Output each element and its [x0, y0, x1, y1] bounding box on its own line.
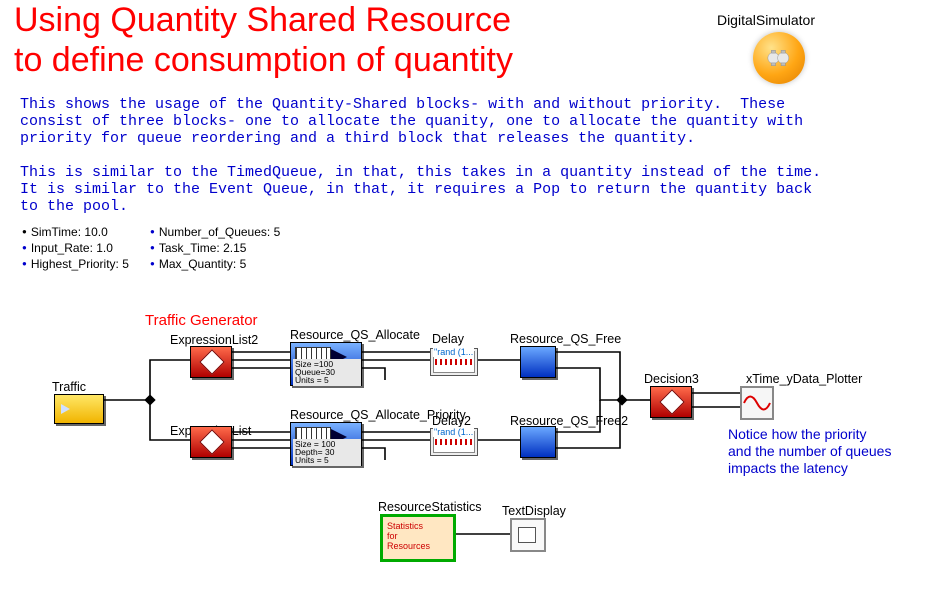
block-expressionlist[interactable]	[190, 426, 232, 458]
block-resource-qs-free[interactable]	[520, 346, 556, 378]
latency-note: Notice how the priority and the number o…	[728, 426, 891, 477]
block-resource-qs-free2[interactable]	[520, 426, 556, 458]
junction-split	[144, 394, 155, 405]
label-free1: Resource_QS_Free	[510, 332, 621, 346]
param-highest-priority: Highest_Priority: 5	[22, 256, 129, 272]
label-expressionlist2: ExpressionList2	[170, 333, 258, 347]
block-resourcestatistics[interactable]: Statistics for Resources	[380, 514, 456, 562]
description-text: This shows the usage of the Quantity-Sha…	[20, 96, 821, 215]
param-max-quantity: Max_Quantity: 5	[150, 256, 280, 272]
label-delay2: Delay2	[432, 414, 471, 428]
block-expressionlist2[interactable]	[190, 346, 232, 378]
label-delay1: Delay	[432, 332, 464, 346]
label-alloc-top: Resource_QS_Allocate	[290, 328, 420, 342]
block-decision3[interactable]	[650, 386, 692, 418]
block-delay2[interactable]: "rand (1...	[430, 428, 478, 456]
block-plotter[interactable]	[740, 386, 774, 420]
block-resource-qs-allocate-priority[interactable]: Size = 100 Depth= 30 Units = 5	[290, 422, 362, 466]
page-title: Using Quantity Shared Resource to define…	[14, 0, 513, 80]
label-plotter: xTime_yData_Plotter	[746, 372, 862, 386]
label-decision3: Decision3	[644, 372, 699, 386]
section-title: Traffic Generator	[145, 312, 258, 329]
param-input-rate: Input_Rate: 1.0	[22, 240, 129, 256]
param-num-queues: Number_of_Queues: 5	[150, 224, 280, 240]
junction-merge	[616, 394, 627, 405]
block-delay[interactable]: "rand (1...	[430, 348, 478, 376]
label-traffic: Traffic	[52, 380, 86, 394]
block-resource-qs-allocate[interactable]: Size =100 Queue=30 Units = 5	[290, 342, 362, 386]
brand-label: DigitalSimulator	[717, 12, 815, 28]
label-textdisplay: TextDisplay	[502, 504, 566, 518]
block-traffic[interactable]	[54, 394, 104, 424]
label-resourcestatistics: ResourceStatistics	[378, 500, 482, 514]
param-simtime: SimTime: 10.0	[22, 224, 129, 240]
block-textdisplay[interactable]	[510, 518, 546, 552]
brand-orb-icon	[753, 32, 805, 84]
param-task-time: Task_Time: 2.15	[150, 240, 280, 256]
